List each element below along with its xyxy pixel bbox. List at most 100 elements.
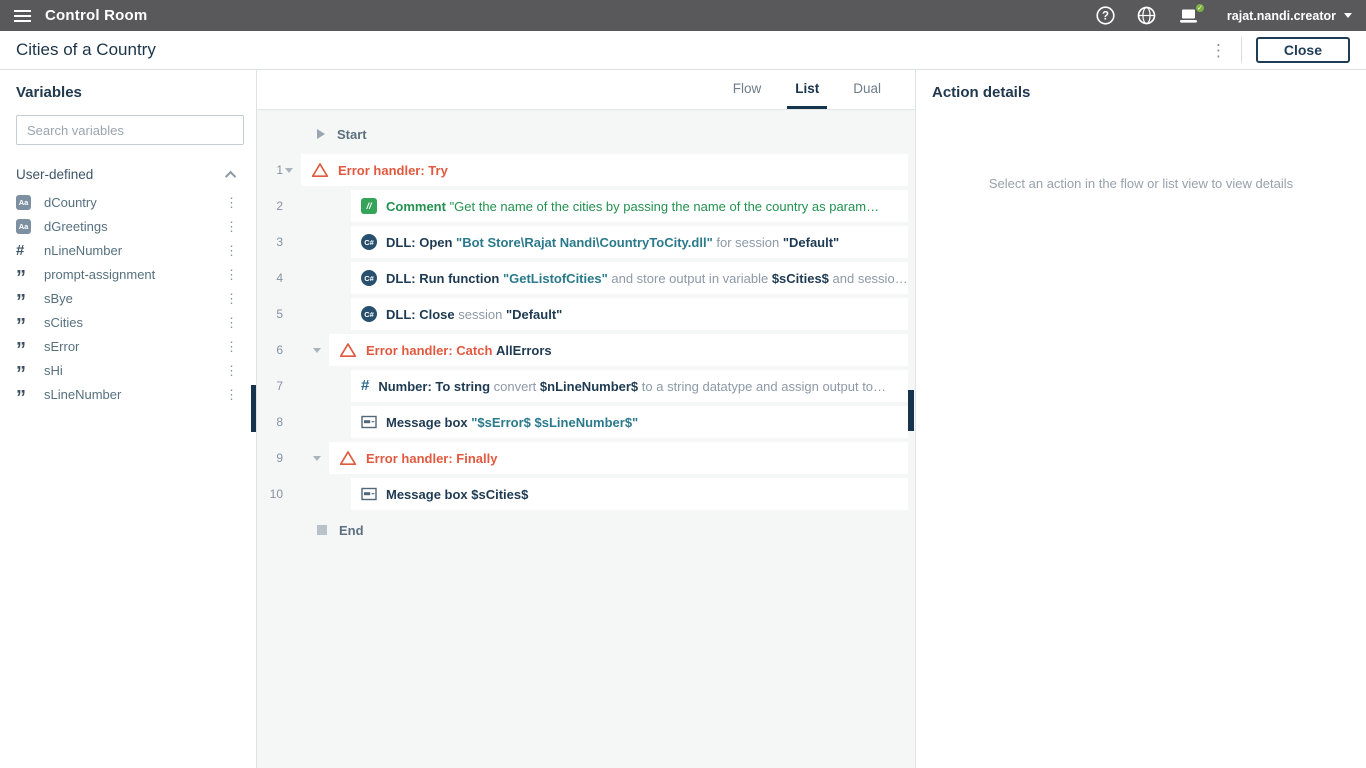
variable-options-icon[interactable]: ⋮ — [225, 220, 238, 233]
chevron-up-icon — [225, 170, 236, 181]
action-card[interactable]: Error handler: Finally — [329, 442, 908, 474]
variable-name: sError — [44, 339, 79, 354]
action-text: Error handler: Catch AllErrors — [366, 343, 552, 358]
user-defined-group-header[interactable]: User-defined — [16, 167, 242, 182]
list-row: Start — [257, 116, 915, 152]
action-text: DLL: Open "Bot Store\Rajat Nandi\Country… — [386, 235, 839, 250]
string-type-icon: ” — [16, 386, 26, 403]
collapse-chevron-icon[interactable] — [313, 456, 321, 461]
end-row[interactable]: End — [317, 512, 364, 548]
list-row: 2//Comment "Get the name of the cities b… — [257, 188, 915, 224]
row-number: 8 — [257, 415, 283, 429]
list-row: 7 #Number: To string convert $nLineNumber… — [257, 368, 915, 404]
variable-name: prompt-assignment — [44, 267, 155, 282]
globe-icon[interactable] — [1136, 5, 1157, 26]
row-number: 7 — [257, 379, 283, 393]
variable-name: sCities — [44, 315, 83, 330]
variable-options-icon[interactable]: ⋮ — [225, 244, 238, 257]
message-box-icon — [361, 487, 377, 501]
dictionary-type-icon: Aa — [16, 195, 31, 210]
error-handler-icon — [311, 162, 329, 178]
list-row: 5C#DLL: Close session "Default" — [257, 296, 915, 332]
more-options-icon[interactable]: ⋮ — [1210, 42, 1227, 59]
variable-options-icon[interactable]: ⋮ — [225, 364, 238, 377]
tab-list[interactable]: List — [787, 70, 827, 109]
action-card[interactable]: Error handler: Catch AllErrors — [329, 334, 908, 366]
variable-options-icon[interactable]: ⋮ — [225, 196, 238, 209]
action-text: Error handler: Try — [338, 163, 448, 178]
variable-item[interactable]: AadGreetings⋮ — [16, 214, 242, 238]
user-defined-label: User-defined — [16, 167, 93, 182]
action-text: DLL: Close session "Default" — [386, 307, 562, 322]
action-text: Message box $sCities$ — [386, 487, 528, 502]
list-row: 3 C# DLL: Open "Bot Store\Rajat Nandi\Coun… — [257, 224, 915, 260]
action-card[interactable]: C#DLL: Run function "GetListofCities" an… — [351, 262, 908, 294]
page-title: Cities of a Country — [16, 40, 156, 60]
variable-name: dCountry — [44, 195, 97, 210]
tab-dual[interactable]: Dual — [845, 70, 889, 109]
user-menu[interactable]: rajat.nandi.creator — [1227, 9, 1352, 23]
action-list: Start1Error handler: Try2//Comment "Get … — [257, 110, 915, 768]
variable-item[interactable]: ”sHi⋮ — [16, 358, 242, 382]
app-title: Control Room — [45, 7, 147, 24]
action-text: Error handler: Finally — [366, 451, 497, 466]
dictionary-type-icon: Aa — [16, 219, 31, 234]
dll-icon: C# — [361, 234, 377, 250]
list-row: 1Error handler: Try — [257, 152, 915, 188]
action-card[interactable]: Message box "$sError$ $sLineNumber$" — [351, 406, 908, 438]
string-type-icon: ” — [16, 338, 26, 355]
action-details-panel: Action details Select an action in the f… — [915, 70, 1366, 768]
action-text: Number: To string convert $nLineNumber$ … — [378, 379, 886, 394]
row-number: 4 — [257, 271, 283, 285]
variable-item[interactable]: ”sLineNumber⋮ — [16, 382, 242, 406]
help-icon[interactable]: ? — [1095, 5, 1116, 26]
list-row: 4 C#DLL: Run function "GetListofCities" a… — [257, 260, 915, 296]
variable-options-icon[interactable]: ⋮ — [225, 268, 238, 281]
string-type-icon: ” — [16, 314, 26, 331]
variable-item[interactable]: #nLineNumber⋮ — [16, 238, 242, 262]
action-details-heading: Action details — [932, 84, 1350, 101]
device-connected-badge: ✓ — [1195, 3, 1205, 13]
tab-flow[interactable]: Flow — [725, 70, 770, 109]
close-button[interactable]: Close — [1256, 37, 1350, 63]
variable-item[interactable]: ”prompt-assignment⋮ — [16, 262, 242, 286]
action-card[interactable]: //Comment "Get the name of the cities by… — [351, 190, 908, 222]
variable-item[interactable]: ”sBye⋮ — [16, 286, 242, 310]
end-label: End — [339, 523, 364, 538]
action-card[interactable]: C#DLL: Close session "Default" — [351, 298, 908, 330]
variable-options-icon[interactable]: ⋮ — [225, 388, 238, 401]
variable-options-icon[interactable]: ⋮ — [225, 340, 238, 353]
row-number: 9 — [257, 451, 283, 465]
bot-editor-panel: Flow List Dual Start1Error handler: Try2//… — [257, 70, 915, 768]
list-scrollbar-thumb[interactable] — [908, 390, 914, 431]
variable-options-icon[interactable]: ⋮ — [225, 292, 238, 305]
variable-item[interactable]: Aa dCountry ⋮ — [16, 190, 242, 214]
number-type-icon: # — [16, 242, 24, 259]
collapse-chevron-icon[interactable] — [285, 168, 293, 173]
sidebar-scrollbar-thumb[interactable] — [251, 385, 256, 432]
row-number: 6 — [257, 343, 283, 357]
action-card[interactable]: Message box $sCities$ — [351, 478, 908, 510]
row-number: 3 — [257, 235, 283, 249]
collapse-chevron-icon[interactable] — [313, 348, 321, 353]
end-icon — [317, 525, 327, 535]
start-icon — [317, 129, 325, 139]
search-variables-input[interactable] — [16, 115, 244, 145]
error-handler-icon — [339, 450, 357, 466]
top-bar: Control Room ? ✓ rajat.nandi.creator — [0, 0, 1366, 31]
empty-state-message: Select an action in the flow or list vie… — [932, 176, 1350, 191]
start-row[interactable]: Start — [317, 116, 367, 152]
action-card[interactable]: C# DLL: Open "Bot Store\Rajat Nandi\Count… — [351, 226, 908, 258]
variable-item[interactable]: ” sCities ⋮ — [16, 310, 242, 334]
device-status-icon[interactable]: ✓ — [1177, 6, 1201, 25]
variable-item[interactable]: ” sError ⋮ — [16, 334, 242, 358]
hamburger-menu-icon[interactable] — [14, 10, 31, 22]
action-card[interactable]: Error handler: Try — [301, 154, 908, 186]
action-card[interactable]: #Number: To string convert $nLineNumber$… — [351, 370, 908, 402]
string-type-icon: ” — [16, 290, 26, 307]
comment-icon: // — [361, 198, 377, 214]
list-row: 9 Error handler: Finally — [257, 440, 915, 476]
variable-list: AadCountry⋮AadGreetings⋮#nLineNumber⋮”pr… — [16, 190, 242, 406]
variable-options-icon[interactable]: ⋮ — [225, 316, 238, 329]
variable-name: sHi — [44, 363, 63, 378]
